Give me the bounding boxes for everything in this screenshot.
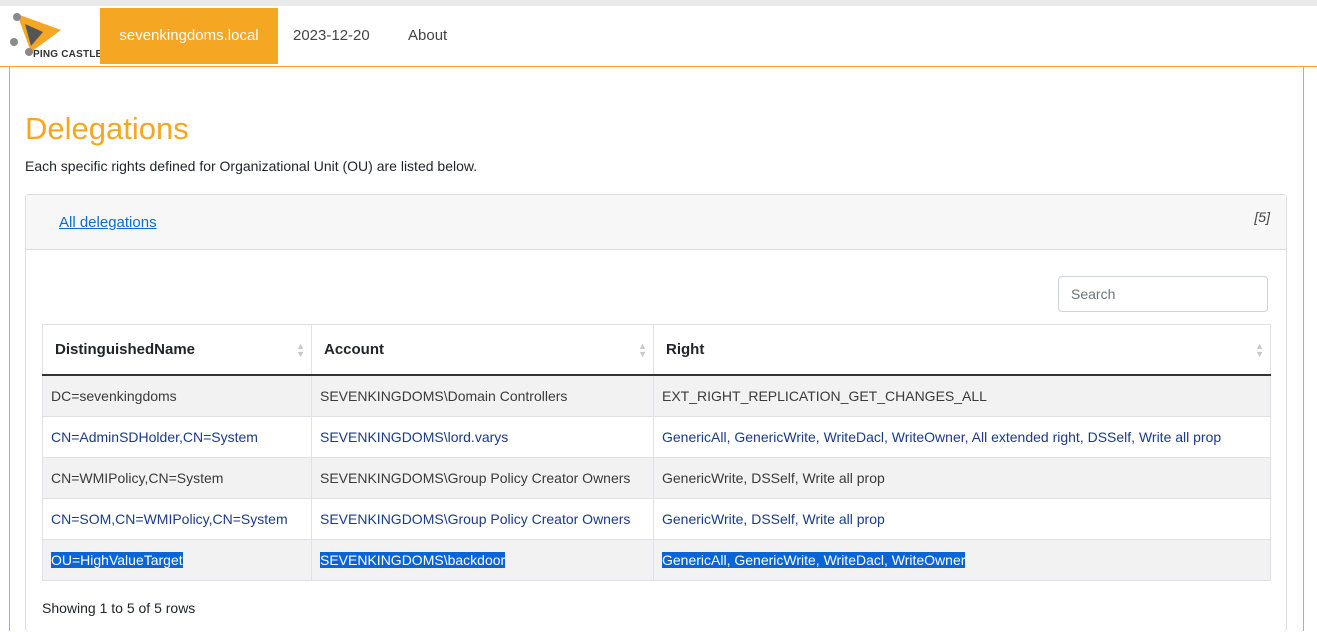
cell-right: GenericAll, GenericWrite, WriteDacl, Wri… xyxy=(653,416,1271,458)
cell-distinguishedname: CN=AdminSDHolder,CN=System xyxy=(42,416,312,458)
card-header: All delegations [5] xyxy=(26,195,1286,250)
delegations-table: DistinguishedName ▲ ▼ Account ▲ ▼ Right ▲ ▼… xyxy=(42,324,1271,581)
cell-right: GenericWrite, DSSelf, Write all prop xyxy=(653,457,1271,499)
cell-distinguishedname: CN=SOM,CN=WMIPolicy,CN=System xyxy=(42,498,312,540)
navbar: PING CASTLE sevenkingdoms.local 2023-12-… xyxy=(0,6,1317,67)
container-border-right xyxy=(1303,67,1304,631)
logo-text: PING CASTLE xyxy=(33,49,103,60)
column-header-account[interactable]: Account ▲ ▼ xyxy=(311,324,654,376)
delegation-count: [5] xyxy=(1254,209,1270,225)
column-header-distinguishedname[interactable]: DistinguishedName ▲ ▼ xyxy=(42,324,312,376)
nav-date[interactable]: 2023-12-20 xyxy=(293,8,370,64)
cell-distinguishedname: DC=sevenkingdoms xyxy=(42,374,312,417)
cell-right: EXT_RIGHT_REPLICATION_GET_CHANGES_ALL xyxy=(653,374,1271,417)
nav-domain[interactable]: sevenkingdoms.local xyxy=(100,8,278,64)
cell-account: SEVENKINGDOMS\Group Policy Creator Owner… xyxy=(311,498,654,540)
cell-account: SEVENKINGDOMS\Group Policy Creator Owner… xyxy=(311,457,654,499)
selected-text: OU=HighValueTarget xyxy=(51,552,183,568)
ping-castle-logo[interactable]: PING CASTLE xyxy=(9,12,103,64)
cell-right: GenericWrite, DSSelf, Write all prop xyxy=(653,498,1271,540)
sort-icon[interactable]: ▲ ▼ xyxy=(296,342,305,359)
container-border-left xyxy=(9,67,10,631)
column-header-right[interactable]: Right ▲ ▼ xyxy=(653,324,1271,376)
table-header-row: DistinguishedName ▲ ▼ Account ▲ ▼ Right ▲ ▼ xyxy=(42,324,1271,376)
cell-account: SEVENKINGDOMS\Domain Controllers xyxy=(311,374,654,417)
cell-account: SEVENKINGDOMS\lord.varys xyxy=(311,416,654,458)
cell-right: GenericAll, GenericWrite, WriteDacl, Wri… xyxy=(653,539,1271,581)
page-description: Each specific rights defined for Organiz… xyxy=(25,158,478,174)
table-row[interactable]: CN=SOM,CN=WMIPolicy,CN=System SEVENKINGD… xyxy=(42,498,1271,540)
table-row[interactable]: OU=HighValueTarget SEVENKINGDOMS\backdoo… xyxy=(42,539,1271,581)
cell-distinguishedname: CN=WMIPolicy,CN=System xyxy=(42,457,312,499)
cell-account: SEVENKINGDOMS\backdoor xyxy=(311,539,654,581)
sort-icon[interactable]: ▲ ▼ xyxy=(638,342,647,359)
table-row[interactable]: CN=WMIPolicy,CN=System SEVENKINGDOMS\Gro… xyxy=(42,457,1271,499)
page-title: Delegations xyxy=(25,111,189,146)
sort-icon[interactable]: ▲ ▼ xyxy=(1255,342,1264,359)
nav-about[interactable]: About xyxy=(408,8,447,64)
search-input[interactable] xyxy=(1058,276,1268,312)
table-row[interactable]: CN=AdminSDHolder,CN=System SEVENKINGDOMS… xyxy=(42,416,1271,458)
selected-text: SEVENKINGDOMS\backdoor xyxy=(320,552,506,568)
table-row[interactable]: DC=sevenkingdoms SEVENKINGDOMS\Domain Co… xyxy=(42,374,1271,417)
cell-distinguishedname: OU=HighValueTarget xyxy=(42,539,312,581)
pagination-info: Showing 1 to 5 of 5 rows xyxy=(42,600,196,616)
all-delegations-link[interactable]: All delegations xyxy=(59,214,157,231)
selected-text: GenericAll, GenericWrite, WriteDacl, Wri… xyxy=(662,552,966,568)
